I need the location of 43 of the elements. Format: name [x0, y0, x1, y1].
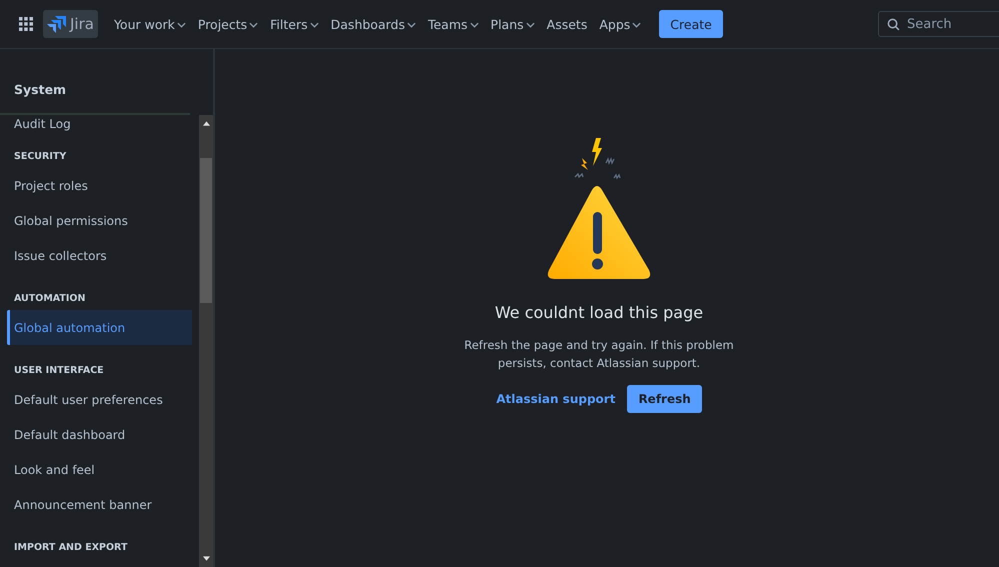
sidebar-item[interactable]: Issue collectors	[0, 238, 192, 273]
section-heading: IMPORT AND EXPORT	[13, 541, 128, 555]
logo-icon	[47, 15, 67, 33]
sidebar-item[interactable]: Default user preferences	[0, 382, 192, 417]
section-heading: USER INTERFACE	[13, 364, 105, 378]
logo-link[interactable]: Jira	[43, 10, 98, 38]
sidebar-item[interactable]: Global permissions	[0, 203, 192, 238]
error-title: We couldnt load this page	[494, 303, 704, 322]
chevron-down-icon	[470, 22, 479, 28]
nav-menu-item[interactable]: Teams	[422, 16, 485, 32]
sidebar-item[interactable]: Project roles	[0, 168, 192, 203]
scroll-up-icon[interactable]	[202, 121, 210, 126]
sidebar-item[interactable]: Look and feel	[0, 452, 192, 487]
support-link[interactable]: Atlassian support	[496, 392, 616, 406]
refresh-button[interactable]: Refresh	[627, 385, 702, 413]
sidebar-item[interactable]: Announcement banner	[0, 487, 192, 522]
error-message: Refresh the page and try again. If this problem persists, contact Atlassian support.	[463, 337, 735, 372]
chevron-down-icon	[310, 22, 319, 28]
create-button[interactable]: Create	[659, 10, 723, 38]
nav-menu-item[interactable]: Projects	[192, 16, 264, 32]
nav-menu-item[interactable]: Assets	[540, 16, 594, 32]
scrollbar[interactable]	[199, 115, 213, 567]
section-heading: AUTOMATION	[13, 292, 86, 306]
scroll-down-icon[interactable]	[202, 556, 210, 561]
sidebar-item[interactable]: Audit Log	[0, 115, 192, 131]
sidebar-title: System	[0, 49, 190, 115]
nav-menu-item[interactable]: Apps	[593, 16, 648, 32]
nav-menu-item[interactable]: Your work	[108, 16, 192, 32]
nav-menu-item[interactable]: Plans	[484, 16, 541, 32]
sidebar-item[interactable]: Global automation	[7, 310, 192, 345]
chevron-down-icon	[406, 22, 416, 28]
chevron-down-icon	[249, 22, 258, 28]
logo-text: Jira	[70, 15, 94, 33]
chevron-down-icon	[526, 22, 535, 28]
section-heading: SECURITY	[13, 150, 68, 164]
app-switcher-icon[interactable]	[19, 17, 33, 31]
search-icon	[887, 18, 900, 31]
search-field[interactable]: Search	[878, 11, 999, 37]
chevron-down-icon	[632, 22, 642, 28]
nav-menu-item[interactable]: Filters	[264, 16, 325, 32]
chevron-down-icon	[176, 22, 186, 28]
sidebar-item[interactable]: Default dashboard	[0, 417, 192, 452]
nav-menu-item[interactable]: Dashboards	[324, 16, 422, 32]
